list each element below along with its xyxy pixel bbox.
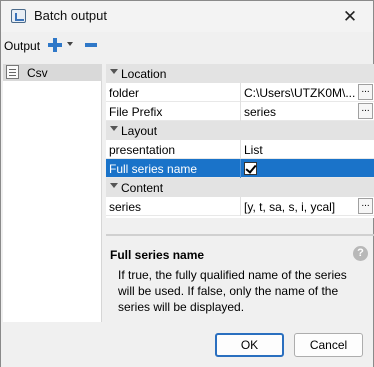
category-location[interactable]: Location bbox=[106, 64, 374, 83]
property-name: folder bbox=[109, 86, 140, 100]
description-title: Full series name bbox=[110, 248, 205, 262]
ok-button[interactable]: OK bbox=[215, 333, 284, 357]
chevron-down-icon[interactable] bbox=[110, 69, 118, 74]
property-row-folder[interactable]: folder C:\Users\UTZK0M\... ... bbox=[106, 83, 374, 102]
output-toolbar: Output bbox=[1, 34, 201, 58]
description-text: If true, the fully qualified name of the… bbox=[118, 268, 347, 314]
column-divider bbox=[240, 83, 241, 102]
folder-value[interactable]: C:\Users\UTZK0M\... bbox=[244, 86, 356, 100]
category-label: Layout bbox=[121, 124, 158, 138]
property-row-full-series-name[interactable]: Full series name bbox=[106, 159, 374, 178]
full-series-name-checkbox[interactable] bbox=[244, 162, 257, 175]
edit-file-prefix-button[interactable]: ... bbox=[358, 103, 373, 119]
app-window-icon bbox=[11, 9, 26, 23]
property-row-presentation[interactable]: presentation List bbox=[106, 140, 374, 159]
chevron-down-icon[interactable] bbox=[67, 42, 73, 46]
property-row-file-prefix[interactable]: File Prefix series ... bbox=[106, 102, 374, 121]
column-divider bbox=[240, 102, 241, 121]
button-bar: OK Cancel bbox=[1, 323, 373, 367]
column-divider bbox=[240, 197, 241, 216]
list-item-csv[interactable]: Csv bbox=[3, 64, 102, 81]
plus-icon[interactable] bbox=[48, 38, 62, 52]
chevron-down-icon[interactable] bbox=[110, 183, 118, 188]
title-bar: Batch output ✕ bbox=[1, 1, 373, 32]
category-label: Content bbox=[121, 181, 164, 195]
output-label: Output bbox=[4, 39, 41, 53]
browse-folder-button[interactable]: ... bbox=[358, 84, 373, 100]
property-grid: Location folder C:\Users\UTZK0M\... ... … bbox=[106, 64, 374, 218]
column-divider bbox=[240, 159, 241, 178]
category-label: Location bbox=[121, 67, 167, 81]
output-list: Csv bbox=[3, 64, 102, 322]
description-splitter[interactable] bbox=[106, 234, 374, 236]
window-title: Batch output bbox=[34, 8, 107, 23]
chevron-down-icon[interactable] bbox=[110, 126, 118, 131]
column-divider bbox=[240, 140, 241, 159]
presentation-value[interactable]: List bbox=[244, 143, 356, 157]
property-name: File Prefix bbox=[109, 105, 163, 119]
property-name: presentation bbox=[109, 143, 176, 157]
batch-output-dialog: Batch output ✕ Output Csv Location folde… bbox=[0, 0, 374, 367]
file-prefix-value[interactable]: series bbox=[244, 105, 356, 119]
category-layout[interactable]: Layout bbox=[106, 121, 374, 140]
close-button[interactable]: ✕ bbox=[327, 1, 373, 32]
property-name: series bbox=[109, 200, 142, 214]
cancel-button[interactable]: Cancel bbox=[294, 333, 363, 357]
property-row-series[interactable]: series [y, t, sa, s, i, ycal] ... bbox=[106, 197, 374, 216]
minus-icon[interactable] bbox=[85, 43, 97, 47]
help-icon[interactable]: ? bbox=[353, 246, 368, 261]
list-item-label: Csv bbox=[27, 66, 48, 80]
description-panel: Full series name ? If true, the fully qu… bbox=[106, 238, 374, 323]
series-value[interactable]: [y, t, sa, s, i, ycal] bbox=[244, 200, 356, 214]
category-content[interactable]: Content bbox=[106, 178, 374, 197]
edit-series-button[interactable]: ... bbox=[358, 198, 373, 214]
csv-file-icon bbox=[6, 65, 19, 79]
property-name: Full series name bbox=[109, 162, 198, 176]
